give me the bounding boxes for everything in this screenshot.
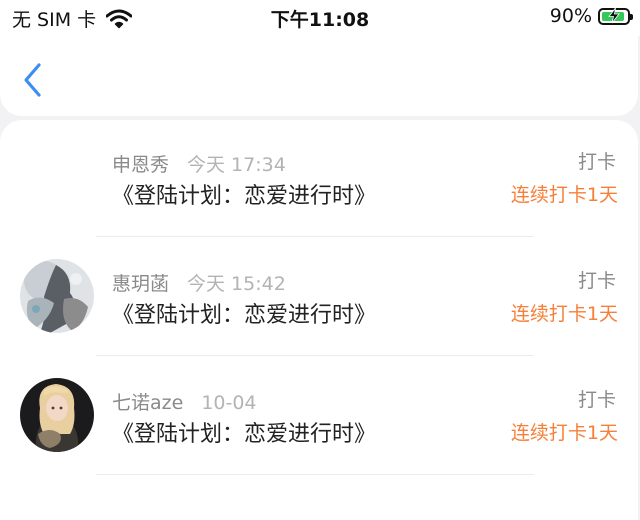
divider (96, 355, 534, 356)
username[interactable]: 惠玥菡 (112, 273, 169, 295)
streak-label: 连续打卡1天 (510, 303, 618, 325)
action-label: 打卡 (577, 389, 616, 411)
name-line: 申恩秀 今天 17:34 (112, 150, 286, 177)
avatar[interactable] (20, 259, 94, 333)
status-time: 下午11:08 (270, 9, 370, 31)
timestamp: 今天 17:34 (187, 154, 286, 176)
avatar-image (20, 378, 94, 452)
chevron-left-icon (24, 63, 41, 97)
divider (96, 474, 534, 475)
name-line: 惠玥菡 今天 15:42 (112, 269, 286, 296)
action-label: 打卡 (577, 151, 616, 173)
post-title[interactable]: 《登陆计划：恋爱进行时》 (112, 297, 376, 329)
list-item[interactable]: 申恩秀 今天 17:34 《登陆计划：恋爱进行时》 打卡 连续打卡1天 (0, 120, 638, 239)
username[interactable]: 七诺aze (112, 392, 183, 414)
timestamp: 今天 15:42 (187, 273, 286, 295)
name-line: 七诺aze 10-04 (112, 388, 257, 415)
status-right: 90% (549, 5, 633, 27)
post-title[interactable]: 《登陆计划：恋爱进行时》 (112, 416, 376, 448)
action-label: 打卡 (577, 270, 616, 292)
back-button[interactable] (18, 62, 48, 98)
username[interactable]: 申恩秀 (112, 154, 169, 176)
streak-label: 连续打卡1天 (510, 422, 618, 444)
status-bar: 无 SIM 卡 下午11:08 90% (0, 0, 640, 36)
timestamp: 10-04 (201, 392, 257, 414)
charging-bolt-icon (608, 7, 620, 23)
checkin-list: 申恩秀 今天 17:34 《登陆计划：恋爱进行时》 打卡 连续打卡1天 惠玥菡 今天… (0, 120, 638, 520)
battery-cap (630, 13, 633, 20)
divider (96, 236, 534, 237)
battery-percent: 90% (549, 5, 592, 27)
avatar[interactable] (20, 378, 94, 452)
streak-label: 连续打卡1天 (510, 184, 618, 206)
list-item[interactable]: 惠玥菡 今天 15:42 《登陆计划：恋爱进行时》 打卡 连续打卡1天 (0, 239, 638, 358)
list-item[interactable]: 七诺aze 10-04 《登陆计划：恋爱进行时》 打卡 连续打卡1天 (0, 358, 638, 477)
battery-charging-icon (598, 7, 633, 25)
nav-bar (0, 36, 638, 116)
post-title[interactable]: 《登陆计划：恋爱进行时》 (112, 178, 376, 210)
avatar-image (20, 259, 94, 333)
